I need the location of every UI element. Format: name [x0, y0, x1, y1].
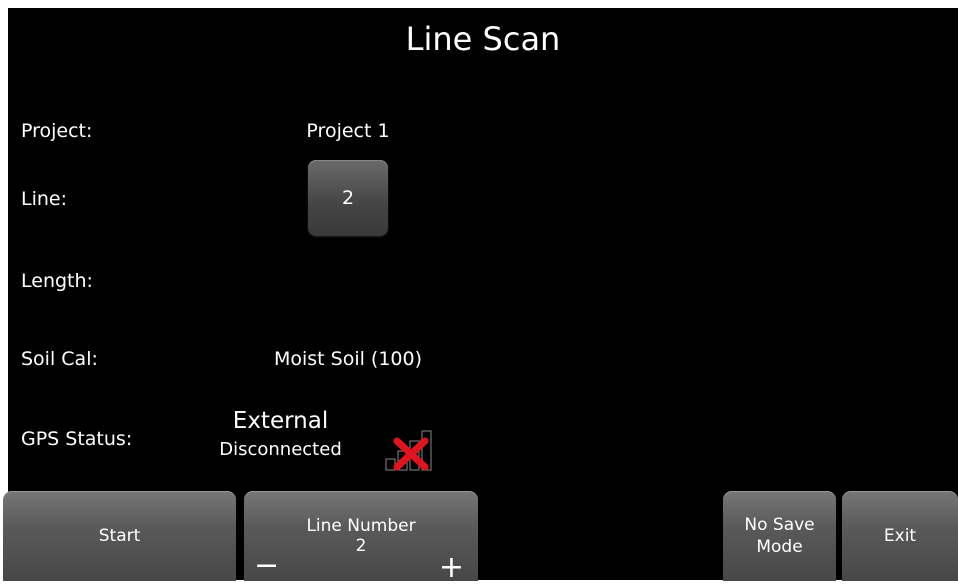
gps-signal-disconnected-icon [385, 419, 437, 471]
no-save-mode-button[interactable]: No Save Mode [723, 491, 836, 581]
screen-title: Line Scan [405, 20, 561, 58]
project-value: Project 1 [306, 120, 390, 142]
line-number-stepper-value: 2 [355, 536, 367, 556]
start-button-label: Start [98, 526, 141, 546]
gps-state: Disconnected [219, 439, 342, 460]
line-label: Line: [21, 188, 67, 210]
line-number-stepper-label: Line Number [306, 516, 416, 536]
exit-button-label: Exit [883, 526, 917, 546]
soil-cal-value: Moist Soil (100) [273, 348, 423, 370]
length-label: Length: [21, 270, 93, 292]
project-label: Project: [21, 120, 93, 142]
start-button[interactable]: Start [3, 491, 236, 581]
line-number-button[interactable]: 2 [308, 160, 388, 236]
soil-cal-label: Soil Cal: [21, 348, 98, 370]
decrement-button[interactable]: − [254, 548, 279, 583]
gps-status-label: GPS Status: [21, 428, 133, 450]
gps-source: External [232, 408, 329, 434]
exit-button[interactable]: Exit [842, 491, 958, 581]
line-number-stepper[interactable]: Line Number 2 − + [244, 491, 478, 585]
no-save-mode-label-line2: Mode [756, 537, 803, 557]
line-number-value: 2 [341, 187, 355, 209]
no-save-mode-label-line1: No Save [744, 515, 815, 535]
